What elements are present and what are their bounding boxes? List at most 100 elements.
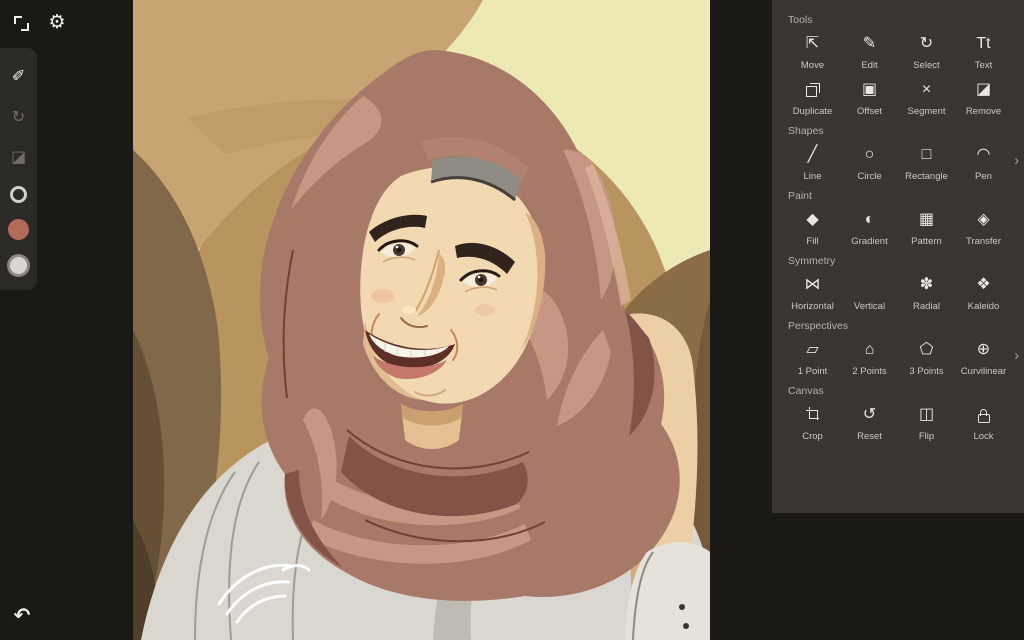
crop-icon [805, 402, 820, 428]
edit-icon: ✎ [862, 35, 877, 52]
tool-label-rectangle: Rectangle [905, 171, 948, 182]
tool-line[interactable]: ╱ Line [784, 140, 841, 186]
tool-kaleido[interactable]: ❖ Kaleido [955, 270, 1012, 316]
scroll-chevron-icon[interactable]: › [1014, 153, 1019, 167]
tool-label-transfer: Transfer [965, 236, 1002, 247]
transfer-icon: ◈ [977, 211, 990, 228]
reset-icon: ↺ [862, 406, 877, 423]
move-icon: ⇱ [805, 35, 820, 52]
tool-fill[interactable]: ◆ Fill [784, 205, 841, 251]
brush-tool-button[interactable]: ✐ [7, 64, 31, 88]
tool-3-points[interactable]: ⬠ 3 Points [898, 335, 955, 381]
section-title-shapes: Shapes [788, 125, 824, 137]
tool-1-point[interactable]: ▱ 1 Point [784, 335, 841, 381]
settings-button[interactable]: ⚙ [44, 9, 70, 35]
tool-label-flip: Flip [918, 431, 935, 442]
tool-rectangle[interactable]: □ Rectangle [898, 140, 955, 186]
panel-section-shapes: Shapes ╱ Line ○ Circle □ Rectangle ◠ Pen… [772, 125, 1024, 186]
tool-transfer[interactable]: ◈ Transfer [955, 205, 1012, 251]
tool-label-pen: Pen [975, 171, 992, 182]
tool-label-curvilinear: Curvilinear [960, 366, 1007, 377]
stroke-swatch[interactable] [10, 185, 27, 203]
select-icon: ↻ [919, 35, 934, 52]
duplicate-icon [805, 83, 820, 97]
panel-section-perspectives: Perspectives ▱ 1 Point ⌂ 2 Points ⬠ 3 Po… [772, 320, 1024, 381]
tool-label-remove: Remove [965, 106, 1002, 117]
tool-label-select: Select [913, 60, 940, 71]
tool-label-line: Line [803, 171, 822, 182]
panel-section-canvas: Canvas Crop ↺ Reset ◫ Flip Lock [772, 385, 1024, 446]
tool-flip[interactable]: ◫ Flip [898, 400, 955, 446]
fill-color-swatch[interactable] [8, 219, 29, 241]
tool-segment[interactable]: × Segment [898, 75, 955, 121]
tool-2-points[interactable]: ⌂ 2 Points [841, 335, 898, 381]
undo-button[interactable]: ↶ [9, 602, 35, 628]
tool-label-radial: Radial [913, 301, 940, 312]
tools-panel: Tools ⇱ Move ✎ Edit ↻ Select Tt Text Dup… [772, 0, 1024, 513]
eraser-tool-button[interactable]: ◪ [7, 145, 31, 169]
tool-label-reset: Reset [857, 431, 882, 442]
flip-icon: ◫ [918, 406, 935, 423]
tool-label-lock: Lock [973, 431, 994, 442]
expand-icon [13, 15, 29, 31]
section-row: ⇱ Move ✎ Edit ↻ Select Tt Text [772, 29, 1024, 75]
tool-label-vertical: Vertical [853, 301, 886, 312]
rotate-select-icon: ↻ [11, 108, 26, 126]
tool-label-segment: Segment [907, 106, 946, 117]
circle-icon: ○ [864, 146, 875, 163]
section-title-canvas: Canvas [788, 385, 824, 397]
section-title-perspectives: Perspectives [788, 320, 849, 332]
tool-label-duplicate: Duplicate [792, 106, 833, 117]
tool-label-kaleido: Kaleido [967, 301, 1000, 312]
artwork-illustration [133, 0, 710, 640]
tool-pen[interactable]: ◠ Pen [955, 140, 1012, 186]
section-row: ◆ Fill ◐ Gradient ▦ Pattern ◈ Transfer [772, 205, 1024, 251]
tool-lock[interactable]: Lock [955, 400, 1012, 446]
panel-section-tools: Tools ⇱ Move ✎ Edit ↻ Select Tt Text Dup… [772, 14, 1024, 121]
tool-label-2-points: 2 Points [852, 366, 887, 377]
left-toolbar: ✐ ↻ ◪ [0, 48, 37, 290]
expand-button[interactable] [8, 10, 34, 36]
tool-text[interactable]: Tt Text [955, 29, 1012, 75]
tool-pattern[interactable]: ▦ Pattern [898, 205, 955, 251]
tool-label-offset: Offset [856, 106, 883, 117]
tool-label-circle: Circle [857, 171, 882, 182]
tool-move[interactable]: ⇱ Move [784, 29, 841, 75]
tool-horizontal[interactable]: ⋈ Horizontal [784, 270, 841, 316]
tool-duplicate[interactable]: Duplicate [784, 75, 841, 121]
tool-radial[interactable]: ✽ Radial [898, 270, 955, 316]
tool-offset[interactable]: ▣ Offset [841, 75, 898, 121]
section-title-tools: Tools [788, 14, 813, 26]
tool-circle[interactable]: ○ Circle [841, 140, 898, 186]
tool-label-crop: Crop [802, 431, 823, 442]
tool-gradient[interactable]: ◐ Gradient [841, 205, 898, 251]
tool-remove[interactable]: ◪ Remove [955, 75, 1012, 121]
section-title-paint: Paint [788, 190, 812, 202]
section-title-symmetry: Symmetry [788, 255, 836, 267]
point3-icon: ⬠ [919, 341, 934, 358]
lock-icon [977, 409, 990, 423]
eraser-icon: ◪ [10, 149, 27, 167]
panel-section-symmetry: Symmetry ⋈ Horizontal Vertical ✽ Radial … [772, 255, 1024, 316]
tool-label-pattern: Pattern [911, 236, 942, 247]
brush-icon: ✐ [11, 68, 26, 86]
tool-select[interactable]: ↻ Select [898, 29, 955, 75]
section-row: ⋈ Horizontal Vertical ✽ Radial ❖ Kaleido [772, 270, 1024, 316]
tool-vertical[interactable]: Vertical [841, 270, 898, 316]
section-row: ╱ Line ○ Circle □ Rectangle ◠ Pen [772, 140, 1024, 186]
undo-icon: ↶ [13, 604, 31, 627]
secondary-color-swatch[interactable] [10, 256, 27, 274]
fill-icon: ◆ [806, 211, 819, 228]
tool-reset[interactable]: ↺ Reset [841, 400, 898, 446]
scroll-chevron-icon[interactable]: › [1014, 348, 1019, 362]
tool-label-3-points: 3 Points [909, 366, 944, 377]
select-rotate-tool-button[interactable]: ↻ [7, 105, 31, 129]
tool-crop[interactable]: Crop [784, 400, 841, 446]
section-row: Crop ↺ Reset ◫ Flip Lock [772, 400, 1024, 446]
tool-curvilinear[interactable]: ⊕ Curvilinear [955, 335, 1012, 381]
tool-edit[interactable]: ✎ Edit [841, 29, 898, 75]
drawing-canvas[interactable] [133, 0, 710, 640]
panel-section-paint: Paint ◆ Fill ◐ Gradient ▦ Pattern ◈ Tran… [772, 190, 1024, 251]
app-window: ⚙ ✐ ↻ ◪ ↶ Tools ⇱ Move ✎ Edit ↻ Select T… [0, 0, 1024, 640]
tool-label-1-point: 1 Point [797, 366, 828, 377]
